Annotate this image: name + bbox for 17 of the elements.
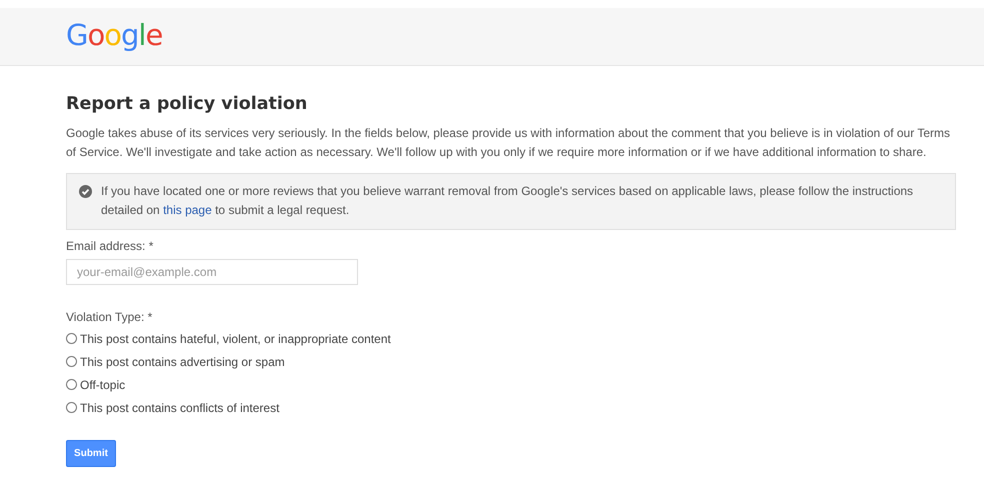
radio-button[interactable]	[66, 402, 77, 413]
notice-text: If you have located one or more reviews that you believe warrant removal from Google's services based on applicable laws, please follow the instructions detailed on this page to submit a legal request.	[101, 184, 914, 217]
page-title: Report a policy violation	[66, 94, 308, 114]
radio-button[interactable]	[66, 379, 77, 390]
violation-type-label: Violation Type: *	[66, 310, 154, 324]
email-field[interactable]: your-email@example.com	[66, 259, 358, 285]
radio-label[interactable]: This post contains advertising or spam	[80, 354, 285, 368]
email-label: Email address: *	[66, 239, 154, 253]
google-logo: Google	[66, 18, 162, 52]
intro-paragraph: Google takes abuse of its services very seriously. In the fields below, please provide us with information about the comment that you believe is in violation of our Terms of Service. We'll investigate and take action as necessary. We'll follow up with you only if we require more information or if we have additional information to share.	[66, 125, 952, 161]
radio-button[interactable]	[66, 356, 77, 367]
radio-label[interactable]: Off-topic	[80, 378, 126, 392]
radio-label[interactable]: This post contains conflicts of interest	[80, 400, 280, 414]
check-circle-icon	[79, 185, 92, 198]
this-page-link[interactable]: this page	[163, 203, 212, 217]
radio-label[interactable]: This post contains hateful, violent, or inappropriate content	[80, 332, 391, 346]
radio-button[interactable]	[66, 333, 77, 344]
